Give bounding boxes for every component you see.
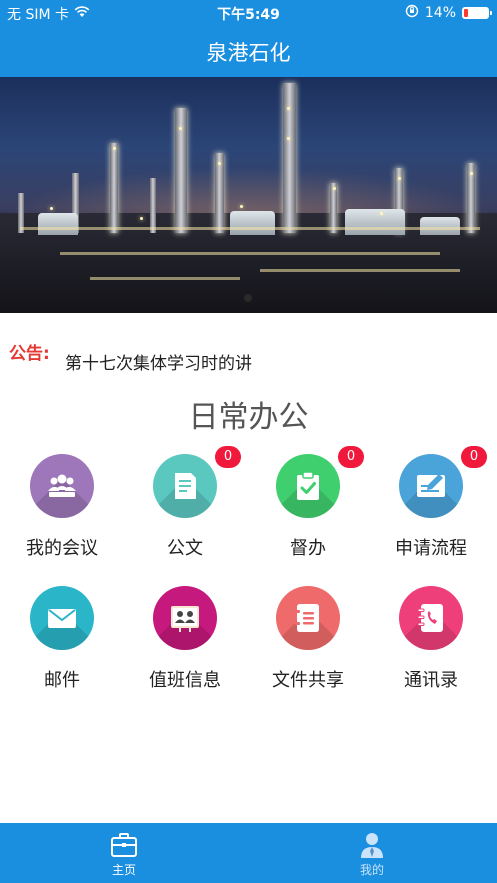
unread-badge: 0 (461, 446, 487, 468)
meeting-icon (30, 454, 94, 518)
battery-icon (462, 7, 492, 19)
briefcase-icon (111, 833, 137, 857)
menu-item-duty[interactable]: 值班信息 (125, 586, 245, 696)
menu-label: 邮件 (44, 670, 80, 691)
clipboard-check-icon (276, 454, 340, 518)
menu-item-supervision[interactable]: 0 督办 (248, 446, 368, 564)
menu-item-documents[interactable]: 0 公文 (125, 446, 245, 564)
document-icon (153, 454, 217, 518)
menu-item-workflow[interactable]: 0 申请流程 (371, 446, 491, 564)
menu-label: 值班信息 (149, 670, 221, 691)
tab-label: 主页 (111, 863, 136, 877)
menu-item-file-share[interactable]: 文件共享 (248, 586, 368, 696)
status-right: 14% (405, 4, 492, 22)
notice-text[interactable]: 第十七次集体学习时的讲 (65, 349, 252, 374)
menu-label: 通讯录 (404, 670, 458, 691)
orientation-lock-icon (405, 4, 419, 22)
menu-label: 文件共享 (272, 670, 344, 691)
tab-mine[interactable]: 我的 (248, 823, 496, 883)
tab-home[interactable]: 主页 (0, 823, 248, 883)
menu-label: 督办 (290, 538, 326, 559)
banner-carousel[interactable] (0, 77, 497, 313)
menu-item-meetings[interactable]: 我的会议 (2, 454, 122, 564)
top-bar: 无 SIM 卡 下午5:49 14% 泉港石化 (0, 0, 497, 77)
edit-form-icon (399, 454, 463, 518)
address-book-icon (399, 586, 463, 650)
file-share-icon (276, 586, 340, 650)
notice-label: 公告: (9, 344, 50, 364)
mail-icon (30, 586, 94, 650)
battery-percent: 14% (424, 5, 456, 21)
page-title: 泉港石化 (206, 41, 291, 65)
unread-badge: 0 (215, 446, 241, 468)
status-bar: 无 SIM 卡 下午5:49 14% (0, 0, 497, 26)
unread-badge: 0 (338, 446, 364, 468)
section-title: 日常办公 (188, 400, 309, 435)
menu-label: 公文 (167, 538, 203, 559)
tab-bar: 主页 我的 (0, 823, 497, 883)
notice-bar[interactable]: 公告: 第十七次集体学习时的讲 (0, 337, 497, 374)
menu-item-mail[interactable]: 邮件 (2, 586, 122, 696)
app-screen: 无 SIM 卡 下午5:49 14% 泉港石化 公告: 第十七次集体学习时的讲 … (0, 0, 497, 883)
user-icon (361, 833, 383, 858)
menu-label: 申请流程 (395, 538, 467, 559)
carousel-indicator[interactable] (244, 294, 252, 302)
menu-item-contacts[interactable]: 通讯录 (371, 586, 491, 696)
duty-board-icon (153, 586, 217, 650)
menu-label: 我的会议 (26, 538, 98, 559)
tab-label: 我的 (359, 863, 384, 877)
